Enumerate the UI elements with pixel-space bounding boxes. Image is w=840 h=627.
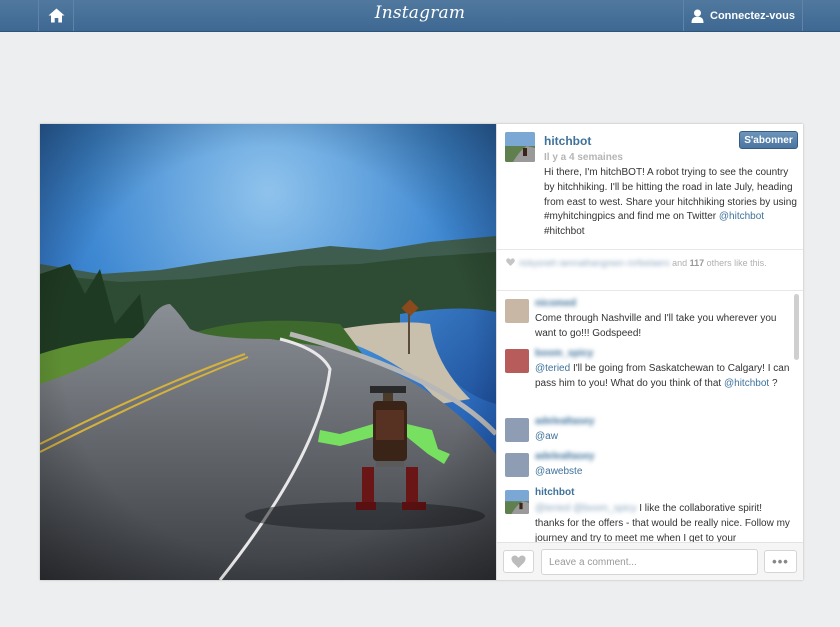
comment-mention[interactable]: @awebste bbox=[535, 466, 582, 477]
caption-mention[interactable]: @hitchbot bbox=[719, 211, 764, 222]
comment-text: @aw bbox=[535, 429, 790, 444]
owner-avatar[interactable] bbox=[505, 132, 535, 162]
more-icon: ••• bbox=[772, 554, 789, 569]
like-button[interactable] bbox=[503, 550, 534, 573]
comment-text: @teried I'll be going from Saskatchewan … bbox=[535, 363, 790, 389]
comment-text: Come through Nashville and I'll take you… bbox=[535, 313, 777, 339]
post-caption: hitchbot S'abonner Il y a 4 semaines Hi … bbox=[497, 124, 803, 250]
comment-avatar[interactable] bbox=[505, 418, 529, 442]
comment-text: @teried @boom_spicy I like the collabora… bbox=[535, 503, 790, 542]
comment-username[interactable]: adelealtasey bbox=[535, 451, 595, 462]
likes-text: rickysneh iamnathangreen mrfeelaers and … bbox=[519, 258, 767, 268]
hitchbot-road-photo bbox=[40, 124, 496, 580]
post-photo[interactable] bbox=[40, 124, 496, 580]
comment-avatar[interactable] bbox=[505, 453, 529, 477]
comment-username[interactable]: adelealtasey bbox=[535, 416, 595, 427]
likers-names[interactable]: rickysneh iamnathangreen mrfeelaers bbox=[519, 258, 670, 268]
user-icon bbox=[691, 9, 704, 23]
more-options-button[interactable]: ••• bbox=[764, 550, 797, 573]
comments-list[interactable]: nicomed Come through Nashville and I'll … bbox=[497, 292, 803, 542]
comment-username[interactable]: hitchbot bbox=[535, 487, 574, 498]
top-bar: Instagram Connectez-vous bbox=[0, 0, 840, 32]
login-button[interactable]: Connectez-vous bbox=[683, 0, 803, 31]
post-sidebar: hitchbot S'abonner Il y a 4 semaines Hi … bbox=[496, 124, 803, 580]
comment-avatar[interactable] bbox=[505, 349, 529, 373]
comment-input[interactable] bbox=[541, 549, 758, 575]
owner-username[interactable]: hitchbot bbox=[544, 134, 591, 148]
comment-username[interactable]: nicomed bbox=[535, 298, 576, 309]
heart-icon bbox=[506, 258, 515, 266]
likes-summary: rickysneh iamnathangreen mrfeelaers and … bbox=[497, 251, 803, 291]
comment-username[interactable]: boom_spicy bbox=[535, 348, 593, 359]
comment-footer: ••• bbox=[497, 542, 803, 580]
comment-mention[interactable]: @hitchbot bbox=[724, 378, 769, 389]
comment-mention[interactable]: @teried @boom_spicy bbox=[535, 503, 636, 514]
post-card: hitchbot S'abonner Il y a 4 semaines Hi … bbox=[40, 124, 803, 580]
comment-text: @awebste bbox=[535, 464, 790, 479]
comment-mention[interactable]: @teried bbox=[535, 363, 570, 374]
post-time: Il y a 4 semaines bbox=[544, 152, 623, 163]
comments-scrollbar[interactable] bbox=[794, 294, 799, 360]
comment-mention[interactable]: @aw bbox=[535, 431, 558, 442]
caption-text: Hi there, I'm hitchBOT! A robot trying t… bbox=[544, 167, 797, 238]
comment-avatar[interactable] bbox=[505, 490, 529, 514]
heart-icon bbox=[511, 555, 526, 568]
follow-button[interactable]: S'abonner bbox=[739, 131, 798, 149]
login-label: Connectez-vous bbox=[710, 9, 795, 22]
comment-avatar[interactable] bbox=[505, 299, 529, 323]
